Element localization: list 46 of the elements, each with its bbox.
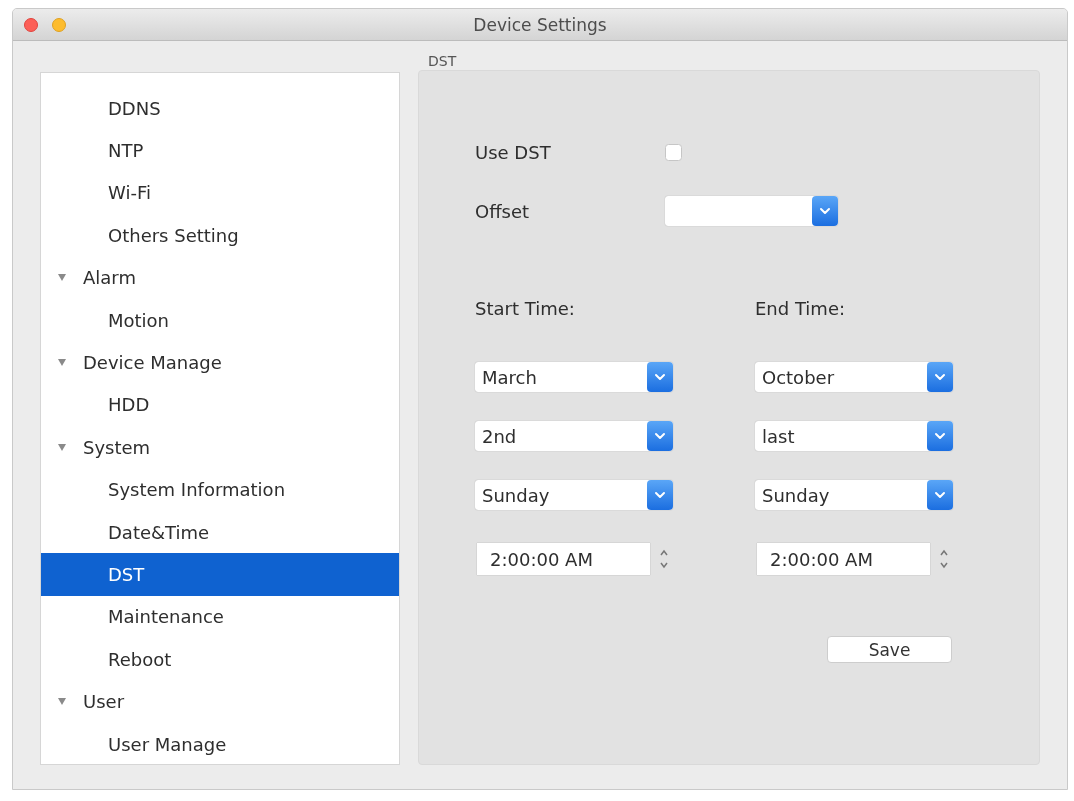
window-title: Device Settings bbox=[473, 14, 607, 35]
chevron-down-icon[interactable] bbox=[927, 421, 953, 451]
sidebar-item[interactable]: Date&Time bbox=[41, 510, 399, 554]
sidebar-item[interactable]: NTP bbox=[41, 129, 399, 172]
chevron-down-icon[interactable] bbox=[812, 196, 838, 226]
week-dropdown[interactable]: 2nd bbox=[475, 421, 673, 451]
week-dropdown[interactable]: last bbox=[755, 421, 953, 451]
close-icon[interactable] bbox=[24, 17, 38, 32]
sidebar-item[interactable]: HDD bbox=[41, 383, 399, 427]
weekday-dropdown[interactable]: Sunday bbox=[475, 480, 673, 510]
start-time-label: Start Time: bbox=[475, 299, 575, 319]
sidebar-item[interactable]: Reboot bbox=[41, 638, 399, 681]
sidebar-item[interactable]: Wi-Fi bbox=[41, 171, 399, 215]
disclosure-triangle-icon[interactable] bbox=[58, 443, 66, 451]
time-field[interactable]: 2:00:00 AM bbox=[477, 543, 650, 575]
offset-dropdown[interactable] bbox=[665, 196, 838, 226]
sidebar-item[interactable]: Others Setting bbox=[41, 214, 399, 257]
sidebar-item[interactable]: Maintenance bbox=[41, 595, 399, 639]
sidebar-item[interactable]: System Information bbox=[41, 468, 399, 511]
minimize-icon[interactable] bbox=[52, 17, 66, 32]
month-dropdown[interactable]: October bbox=[755, 362, 953, 392]
sidebar-group[interactable]: System bbox=[41, 426, 399, 469]
sidebar-item[interactable]: User Manage bbox=[41, 722, 399, 764]
sidebar-group[interactable]: Device Manage bbox=[41, 341, 399, 384]
checkbox[interactable] bbox=[665, 143, 682, 161]
sidebar-item[interactable]: DDNS bbox=[41, 87, 399, 130]
sidebar-item[interactable]: Motion bbox=[41, 298, 399, 342]
panel-title: DST bbox=[427, 52, 457, 70]
use-dst-label: Use DST bbox=[475, 141, 552, 163]
sidebar-group[interactable]: User bbox=[41, 680, 399, 723]
sidebar-item[interactable]: DST bbox=[41, 553, 399, 596]
weekday-dropdown[interactable]: Sunday bbox=[755, 480, 953, 510]
disclosure-triangle-icon[interactable] bbox=[58, 359, 66, 367]
chevron-down-icon[interactable] bbox=[647, 480, 673, 510]
disclosure-triangle-icon[interactable] bbox=[58, 698, 66, 706]
sidebar-group[interactable]: Alarm bbox=[41, 256, 399, 299]
end-time-label: End Time: bbox=[755, 299, 846, 319]
offset-label: Offset bbox=[475, 200, 531, 222]
chevron-down-icon[interactable] bbox=[927, 480, 953, 510]
month-dropdown[interactable]: March bbox=[475, 362, 673, 392]
chevron-down-icon[interactable] bbox=[927, 362, 953, 392]
save-button[interactable]: Save bbox=[827, 636, 952, 663]
disclosure-triangle-icon[interactable] bbox=[58, 274, 66, 282]
chevron-down-icon[interactable] bbox=[647, 362, 673, 392]
chevron-down-icon[interactable] bbox=[647, 421, 673, 451]
time-field[interactable]: 2:00:00 AM bbox=[757, 543, 930, 575]
